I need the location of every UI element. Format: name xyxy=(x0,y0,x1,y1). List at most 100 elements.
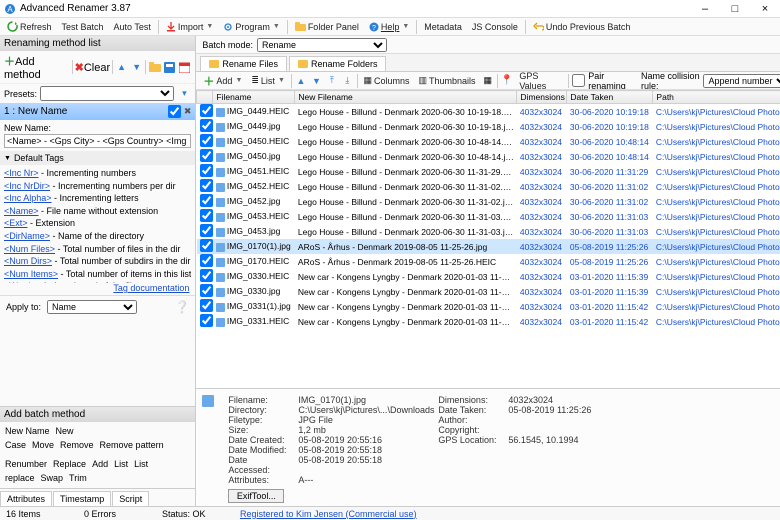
table-row[interactable]: IMG_0170.HEICARoS - Århus - Denmark 2019… xyxy=(197,254,780,269)
row-checkbox[interactable] xyxy=(200,284,213,297)
test-batch-button[interactable]: Test Batch xyxy=(59,21,107,33)
cell-path[interactable]: C:\Users\kj\Pictures\Cloud Photos\Downlo… xyxy=(653,299,780,314)
row-checkbox[interactable] xyxy=(200,254,213,267)
batch-method-remove[interactable]: Remove xyxy=(60,440,94,450)
batch-method-replace[interactable]: Replace xyxy=(53,459,86,469)
list-button[interactable]: ≣ List▼ xyxy=(248,74,288,87)
batch-method-trim[interactable]: Trim xyxy=(69,473,87,483)
save-preset-icon[interactable]: ▾ xyxy=(177,87,191,101)
tag-link[interactable]: <Ext> xyxy=(4,218,28,228)
move-top-icon[interactable]: ⤒ xyxy=(326,74,338,88)
table-row[interactable]: IMG_0170(1).jpgARoS - Århus - Denmark 20… xyxy=(197,239,780,254)
method-enabled-checkbox[interactable] xyxy=(168,105,181,118)
left-tab-timestamp[interactable]: Timestamp xyxy=(53,491,111,506)
batch-method-move[interactable]: Move xyxy=(32,440,54,450)
batch-method-renumber[interactable]: Renumber xyxy=(5,459,47,469)
move-down-icon[interactable]: ▼ xyxy=(130,60,143,74)
columns-button[interactable]: ▦ Columns xyxy=(360,74,412,87)
column-header[interactable]: Dimensions xyxy=(517,91,567,104)
grid-icon[interactable]: ▦ xyxy=(482,74,494,88)
row-checkbox[interactable] xyxy=(200,134,213,147)
left-tab-script[interactable]: Script xyxy=(112,491,149,506)
column-header[interactable]: New Filename xyxy=(295,91,517,104)
clear-button[interactable]: ✖Clear xyxy=(75,61,111,74)
row-checkbox[interactable] xyxy=(200,239,213,252)
window-close[interactable]: × xyxy=(754,3,776,15)
batch-method-add[interactable]: Add xyxy=(92,459,108,469)
method-header[interactable]: 1 : New Name ✖ xyxy=(0,103,195,120)
cell-path[interactable]: C:\Users\kj\Pictures\Cloud Photos\Downlo… xyxy=(653,239,780,254)
table-row[interactable]: IMG_0453.HEICLego House - Billund - Denm… xyxy=(197,209,780,224)
cell-path[interactable]: C:\Users\kj\Pictures\Cloud Photos\Downlo… xyxy=(653,149,780,164)
move-up-icon[interactable]: ▲ xyxy=(295,74,307,88)
move-up-icon[interactable]: ▲ xyxy=(115,60,128,74)
cell-path[interactable]: C:\Users\kj\Pictures\Cloud Photos\Downlo… xyxy=(653,194,780,209)
row-checkbox[interactable] xyxy=(200,194,213,207)
column-header[interactable]: Filename xyxy=(213,91,295,104)
tag-link[interactable]: <Inc NrDir> xyxy=(4,181,50,191)
add-files-button[interactable]: ＋Add▼ xyxy=(200,72,245,90)
add-method-button[interactable]: ＋Add method xyxy=(4,53,70,81)
column-header[interactable] xyxy=(197,91,213,104)
batch-mode-select[interactable]: Rename xyxy=(257,38,387,52)
exiftool-button[interactable]: ExifTool... xyxy=(228,489,284,503)
left-tab-attributes[interactable]: Attributes xyxy=(0,491,52,506)
tag-link[interactable]: <DirName> xyxy=(4,231,50,241)
tag-doc-link[interactable]: Tag documentation xyxy=(113,283,189,293)
pair-renaming-checkbox[interactable] xyxy=(572,74,585,87)
table-row[interactable]: IMG_0331(1).jpgNew car - Kongens Lyngby … xyxy=(197,299,780,314)
window-maximize[interactable]: □ xyxy=(724,3,746,15)
tag-link[interactable]: <Num Files> xyxy=(4,244,55,254)
batch-method-new-name[interactable]: New Name xyxy=(5,426,50,436)
batch-method-list[interactable]: List xyxy=(114,459,128,469)
table-row[interactable]: IMG_0330.jpgNew car - Kongens Lyngby - D… xyxy=(197,284,780,299)
cell-path[interactable]: C:\Users\kj\Pictures\Cloud Photos\Downlo… xyxy=(653,314,780,329)
move-down-icon[interactable]: ▼ xyxy=(310,74,322,88)
save-icon[interactable] xyxy=(163,60,176,74)
cell-path[interactable]: C:\Users\kj\Pictures\Cloud Photos\Downlo… xyxy=(653,104,780,120)
row-checkbox[interactable] xyxy=(200,149,213,162)
cell-path[interactable]: C:\Users\kj\Pictures\Cloud Photos\Downlo… xyxy=(653,209,780,224)
table-row[interactable]: IMG_0452.HEICLego House - Billund - Denm… xyxy=(197,179,780,194)
gps-values-button[interactable]: GPS Values xyxy=(516,72,565,90)
open-folder-icon[interactable] xyxy=(148,60,161,74)
row-checkbox[interactable] xyxy=(200,269,213,282)
tag-link[interactable]: <Name> xyxy=(4,206,39,216)
tag-link[interactable]: <Num Dirs> xyxy=(4,256,52,266)
tag-link[interactable]: <Inc Alpha> xyxy=(4,193,52,203)
folder-panel-button[interactable]: Folder Panel xyxy=(292,21,362,33)
file-table[interactable]: FilenameNew FilenameDimensionsDate Taken… xyxy=(196,90,780,329)
auto-test-button[interactable]: Auto Test xyxy=(111,21,154,33)
presets-select[interactable] xyxy=(40,86,174,101)
cell-path[interactable]: C:\Users\kj\Pictures\Cloud Photos\Downlo… xyxy=(653,119,780,134)
batch-method-swap[interactable]: Swap xyxy=(41,473,64,483)
table-row[interactable]: IMG_0330.HEICNew car - Kongens Lyngby - … xyxy=(197,269,780,284)
apply-to-select[interactable]: Name xyxy=(47,300,137,314)
table-row[interactable]: IMG_0449.HEICLego House - Billund - Denm… xyxy=(197,104,780,120)
cell-path[interactable]: C:\Users\kj\Pictures\Cloud Photos\Downlo… xyxy=(653,284,780,299)
tags-header[interactable]: ▼ Default Tags xyxy=(0,151,195,165)
table-row[interactable]: IMG_0450.jpgLego House - Billund - Denma… xyxy=(197,149,780,164)
move-bottom-icon[interactable]: ⤓ xyxy=(341,74,353,88)
batch-method-remove-pattern[interactable]: Remove pattern xyxy=(100,440,164,450)
cell-path[interactable]: C:\Users\kj\Pictures\Cloud Photos\Downlo… xyxy=(653,134,780,149)
column-header[interactable]: Date Taken xyxy=(567,91,653,104)
row-checkbox[interactable] xyxy=(200,179,213,192)
row-checkbox[interactable] xyxy=(200,164,213,177)
table-row[interactable]: IMG_0451.HEICLego House - Billund - Denm… xyxy=(197,164,780,179)
import-button[interactable]: Import▼ xyxy=(163,21,216,33)
cell-path[interactable]: C:\Users\kj\Pictures\Cloud Photos\Downlo… xyxy=(653,164,780,179)
program-button[interactable]: Program▼ xyxy=(220,21,282,33)
row-checkbox[interactable] xyxy=(200,299,213,312)
js-console-button[interactable]: JS Console xyxy=(469,21,521,33)
thumbnails-button[interactable]: ▥ Thumbnails xyxy=(416,74,479,87)
row-checkbox[interactable] xyxy=(200,209,213,222)
cell-path[interactable]: C:\Users\kj\Pictures\Cloud Photos\Downlo… xyxy=(653,224,780,239)
table-row[interactable]: IMG_0453.jpgLego House - Billund - Denma… xyxy=(197,224,780,239)
metadata-button[interactable]: Metadata xyxy=(421,21,465,33)
tag-link[interactable]: <Num Items> xyxy=(4,269,58,279)
row-checkbox[interactable] xyxy=(200,104,213,117)
row-checkbox[interactable] xyxy=(200,224,213,237)
close-method-icon[interactable]: ✖ xyxy=(184,106,192,117)
table-row[interactable]: IMG_0331.HEICNew car - Kongens Lyngby - … xyxy=(197,314,780,329)
